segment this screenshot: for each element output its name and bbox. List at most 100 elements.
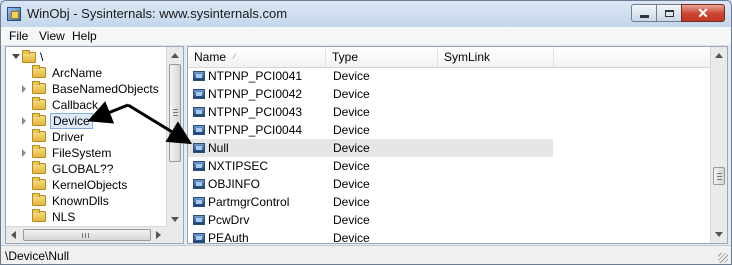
- list-row[interactable]: NTPNP_PCI0044 Device: [188, 121, 553, 139]
- folder-icon: [32, 193, 46, 206]
- device-icon: [193, 71, 205, 81]
- row-type: Device: [333, 141, 370, 155]
- tree-item-global[interactable]: GLOBAL??: [6, 161, 169, 177]
- list-row[interactable]: NTPNP_PCI0042 Device: [188, 85, 553, 103]
- object-list[interactable]: Name ⁄ Type SymLink NTPNP_PCI0041 Device …: [187, 46, 728, 244]
- expand-icon[interactable]: [22, 85, 26, 93]
- device-icon: [193, 197, 205, 207]
- tree-item-label: ArcName: [52, 66, 103, 80]
- folder-icon: [32, 97, 46, 110]
- title-bar[interactable]: WinObj - Sysinternals: www.sysinternals.…: [1, 1, 731, 27]
- device-icon: [193, 125, 205, 135]
- scroll-up-icon[interactable]: [171, 53, 179, 58]
- row-name: NXTIPSEC: [208, 159, 269, 173]
- grip-line: [173, 112, 178, 113]
- menu-view[interactable]: View: [39, 29, 65, 43]
- scroll-right-icon[interactable]: [156, 231, 161, 239]
- app-window: WinObj - Sysinternals: www.sysinternals.…: [0, 0, 732, 265]
- tree-item-label: KernelObjects: [52, 178, 128, 192]
- folder-icon: [22, 49, 36, 63]
- list-row-selected[interactable]: Null Device: [188, 139, 553, 157]
- minimize-icon: [639, 14, 649, 18]
- window-controls: ✕: [631, 4, 725, 22]
- grip-line: [88, 233, 89, 238]
- column-header-name[interactable]: Name ⁄: [188, 47, 326, 67]
- sort-ascending-icon: ⁄: [234, 52, 236, 61]
- list-row[interactable]: NTPNP_PCI0043 Device: [188, 103, 553, 121]
- minimize-button[interactable]: [631, 4, 657, 22]
- close-button[interactable]: ✕: [681, 4, 725, 22]
- expand-icon[interactable]: [22, 149, 26, 157]
- scroll-thumb[interactable]: [23, 229, 151, 241]
- collapse-icon[interactable]: [12, 54, 20, 59]
- list-row[interactable]: PartmgrControl Device: [188, 193, 553, 211]
- column-label: SymLink: [444, 50, 491, 64]
- device-icon: [193, 215, 205, 225]
- row-type: Device: [333, 195, 370, 209]
- tree-horizontal-scrollbar[interactable]: [6, 226, 166, 243]
- window-title: WinObj - Sysinternals: www.sysinternals.…: [27, 6, 288, 21]
- maximize-button[interactable]: [656, 4, 682, 22]
- tree-item-label: BaseNamedObjects: [52, 82, 159, 96]
- list-row[interactable]: PEAuth Device: [188, 229, 553, 243]
- row-type: Device: [333, 213, 370, 227]
- folder-icon: [32, 145, 46, 158]
- folder-icon: [32, 177, 46, 190]
- list-row[interactable]: OBJINFO Device: [188, 175, 553, 193]
- column-label: Name: [194, 50, 227, 64]
- tree-item-nls[interactable]: NLS: [6, 209, 169, 225]
- scroll-thumb[interactable]: [713, 167, 725, 185]
- tree-item-label: GLOBAL??: [52, 162, 114, 176]
- device-icon: [193, 233, 205, 243]
- scroll-down-icon[interactable]: [171, 217, 179, 222]
- scroll-down-icon[interactable]: [715, 232, 723, 237]
- row-name: NTPNP_PCI0043: [208, 105, 303, 119]
- tree-item-filesystem[interactable]: FileSystem: [6, 145, 169, 161]
- tree-item-label: KnownDlls: [52, 194, 109, 208]
- column-header-type[interactable]: Type: [326, 47, 438, 67]
- grip-line: [717, 173, 722, 174]
- tree-item-device[interactable]: Device: [6, 113, 169, 129]
- tree-item-label: Device: [50, 113, 93, 129]
- tree-root-label: \: [40, 50, 44, 64]
- row-type: Device: [333, 69, 370, 83]
- row-name: PcwDrv: [208, 213, 250, 227]
- device-icon: [193, 143, 205, 153]
- tree-item-arcname[interactable]: ArcName: [6, 65, 169, 81]
- row-type: Device: [333, 177, 370, 191]
- status-path: \Device\Null: [5, 249, 70, 263]
- column-header-symlink[interactable]: SymLink: [438, 47, 554, 67]
- menu-bar: File View Help: [1, 27, 731, 46]
- list-row[interactable]: PcwDrv Device: [188, 211, 553, 229]
- object-tree[interactable]: \ ArcName BaseNamedObjects Callback Devi…: [5, 46, 184, 244]
- tree-item-knowndlls[interactable]: KnownDlls: [6, 193, 169, 209]
- scroll-thumb[interactable]: [169, 64, 181, 162]
- tree-item-callback[interactable]: Callback: [6, 97, 169, 113]
- tree-item-driver[interactable]: Driver: [6, 129, 169, 145]
- row-name: OBJINFO: [208, 177, 261, 191]
- list-row[interactable]: NXTIPSEC Device: [188, 157, 553, 175]
- tree-item-label: NLS: [52, 210, 76, 224]
- menu-file[interactable]: File: [9, 29, 28, 43]
- tree-item-kernelobjects[interactable]: KernelObjects: [6, 177, 169, 193]
- list-row[interactable]: NTPNP_PCI0041 Device: [188, 67, 553, 85]
- resize-grip-icon[interactable]: [718, 253, 728, 263]
- row-type: Device: [333, 87, 370, 101]
- maximize-icon: [664, 9, 674, 17]
- scroll-corner: [166, 226, 183, 243]
- folder-icon: [32, 209, 46, 222]
- menu-help[interactable]: Help: [72, 29, 97, 43]
- scroll-left-icon[interactable]: [11, 231, 16, 239]
- folder-icon: [32, 113, 46, 126]
- grip-line: [82, 233, 83, 238]
- expand-icon[interactable]: [22, 117, 26, 125]
- row-name: PartmgrControl: [208, 195, 290, 209]
- scroll-up-icon[interactable]: [715, 53, 723, 58]
- tree-item-label: Callback: [52, 98, 99, 112]
- status-bar: \Device\Null: [1, 245, 731, 264]
- tree-item-basenamedobjects[interactable]: BaseNamedObjects: [6, 81, 169, 97]
- tree-root[interactable]: \: [12, 49, 43, 65]
- tree-vertical-scrollbar[interactable]: [166, 47, 183, 228]
- list-vertical-scrollbar[interactable]: [710, 47, 727, 243]
- grip-line: [717, 176, 722, 177]
